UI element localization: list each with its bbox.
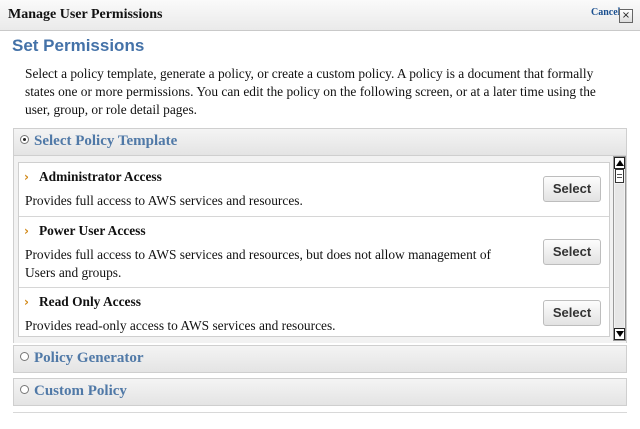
- cancel-link[interactable]: Cancel: [591, 7, 620, 18]
- template-description: Provides read-only access to AWS service…: [25, 318, 336, 333]
- template-description: Provides full access to AWS services and…: [25, 193, 303, 208]
- section-title: Custom Policy: [34, 383, 127, 399]
- section-custom-policy[interactable]: Custom Policy: [13, 378, 627, 406]
- scroll-thumb[interactable]: [615, 169, 624, 183]
- section-title: Select Policy Template: [34, 133, 178, 149]
- select-read-only-access-button[interactable]: Select: [543, 300, 601, 326]
- select-administrator-access-button[interactable]: Select: [543, 176, 601, 202]
- section-select-policy-template[interactable]: Select Policy Template: [13, 128, 627, 156]
- list-item-power-user-access: › Power User Access Provides full access…: [19, 217, 609, 288]
- list-item-read-only-access: › Read Only Access Provides read-only ac…: [19, 288, 609, 336]
- page-title: Set Permissions: [12, 36, 145, 55]
- select-policy-template-radio[interactable]: [20, 135, 29, 144]
- dialog-title: Manage User Permissions: [8, 7, 163, 22]
- scroll-up-arrow-icon[interactable]: [614, 157, 625, 169]
- chevron-right-icon: ›: [24, 170, 29, 184]
- template-name: Read Only Access: [39, 294, 141, 309]
- policy-template-list: › Administrator Access Provides full acc…: [18, 162, 610, 337]
- scroll-track[interactable]: [615, 184, 624, 329]
- policy-generator-radio[interactable]: [20, 352, 29, 361]
- intro-text: Select a policy template, generate a pol…: [25, 66, 596, 117]
- template-name: Power User Access: [39, 223, 146, 238]
- vertical-scrollbar[interactable]: [613, 156, 626, 341]
- list-item-administrator-access: › Administrator Access Provides full acc…: [19, 163, 609, 217]
- template-name: Administrator Access: [39, 169, 162, 184]
- section-title: Policy Generator: [34, 350, 144, 366]
- close-icon[interactable]: ×: [619, 9, 633, 23]
- divider: [13, 412, 627, 413]
- policy-template-panel: › Administrator Access Provides full acc…: [13, 156, 627, 343]
- custom-policy-radio[interactable]: [20, 385, 29, 394]
- select-power-user-access-button[interactable]: Select: [543, 239, 601, 265]
- manage-user-permissions-dialog: Manage User Permissions Cancel × Set Per…: [0, 0, 640, 429]
- chevron-right-icon: ›: [24, 224, 29, 238]
- dialog-titlebar: Manage User Permissions Cancel ×: [0, 0, 640, 31]
- section-policy-generator[interactable]: Policy Generator: [13, 345, 627, 373]
- scroll-down-arrow-icon[interactable]: [614, 328, 625, 340]
- chevron-right-icon: ›: [24, 295, 29, 309]
- template-description: Provides full access to AWS services and…: [25, 247, 491, 280]
